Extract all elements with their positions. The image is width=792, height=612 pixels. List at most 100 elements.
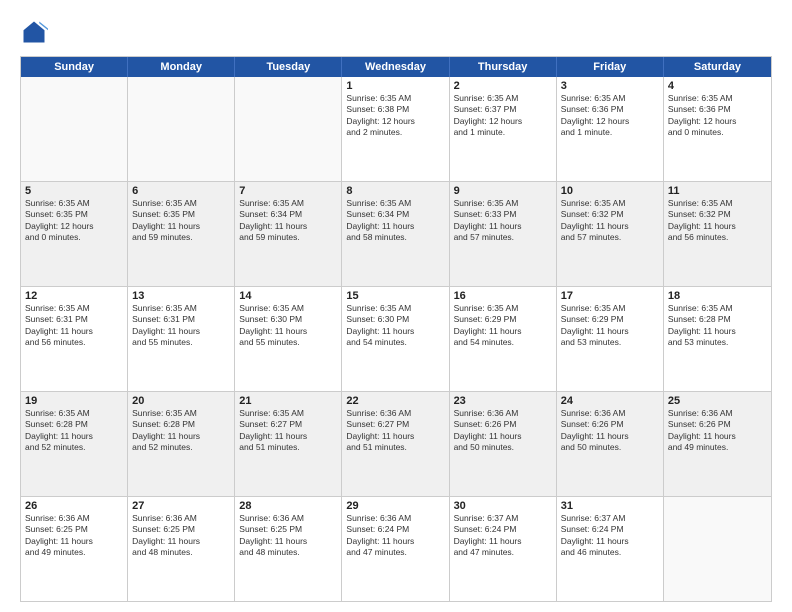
calendar-header: SundayMondayTuesdayWednesdayThursdayFrid… [21, 57, 771, 77]
cell-date-number: 1 [346, 80, 444, 92]
cell-date-number: 19 [25, 395, 123, 407]
cell-info-text: Sunrise: 6:35 AMSunset: 6:37 PMDaylight:… [454, 93, 552, 139]
calendar-cell: 20Sunrise: 6:35 AMSunset: 6:28 PMDayligh… [128, 392, 235, 496]
logo-icon [20, 18, 48, 46]
cell-info-text: Sunrise: 6:36 AMSunset: 6:26 PMDaylight:… [561, 408, 659, 454]
calendar-cell: 22Sunrise: 6:36 AMSunset: 6:27 PMDayligh… [342, 392, 449, 496]
cell-date-number: 12 [25, 290, 123, 302]
cell-info-text: Sunrise: 6:35 AMSunset: 6:29 PMDaylight:… [561, 303, 659, 349]
calendar-cell: 30Sunrise: 6:37 AMSunset: 6:24 PMDayligh… [450, 497, 557, 601]
cell-date-number: 18 [668, 290, 767, 302]
cell-date-number: 23 [454, 395, 552, 407]
page: SundayMondayTuesdayWednesdayThursdayFrid… [0, 0, 792, 612]
cal-header-day: Monday [128, 57, 235, 77]
cell-info-text: Sunrise: 6:36 AMSunset: 6:26 PMDaylight:… [668, 408, 767, 454]
cell-info-text: Sunrise: 6:36 AMSunset: 6:26 PMDaylight:… [454, 408, 552, 454]
cell-date-number: 14 [239, 290, 337, 302]
calendar-cell: 11Sunrise: 6:35 AMSunset: 6:32 PMDayligh… [664, 182, 771, 286]
calendar-cell: 1Sunrise: 6:35 AMSunset: 6:38 PMDaylight… [342, 77, 449, 181]
calendar-cell: 14Sunrise: 6:35 AMSunset: 6:30 PMDayligh… [235, 287, 342, 391]
cell-info-text: Sunrise: 6:36 AMSunset: 6:24 PMDaylight:… [346, 513, 444, 559]
calendar-cell: 23Sunrise: 6:36 AMSunset: 6:26 PMDayligh… [450, 392, 557, 496]
calendar-cell: 3Sunrise: 6:35 AMSunset: 6:36 PMDaylight… [557, 77, 664, 181]
cell-info-text: Sunrise: 6:36 AMSunset: 6:25 PMDaylight:… [132, 513, 230, 559]
calendar-cell [235, 77, 342, 181]
calendar-row: 12Sunrise: 6:35 AMSunset: 6:31 PMDayligh… [21, 287, 771, 392]
cell-date-number: 9 [454, 185, 552, 197]
calendar-row: 1Sunrise: 6:35 AMSunset: 6:38 PMDaylight… [21, 77, 771, 182]
cell-info-text: Sunrise: 6:35 AMSunset: 6:34 PMDaylight:… [239, 198, 337, 244]
cell-info-text: Sunrise: 6:35 AMSunset: 6:36 PMDaylight:… [561, 93, 659, 139]
cal-header-day: Tuesday [235, 57, 342, 77]
cell-date-number: 25 [668, 395, 767, 407]
calendar-row: 26Sunrise: 6:36 AMSunset: 6:25 PMDayligh… [21, 497, 771, 601]
cell-date-number: 6 [132, 185, 230, 197]
calendar-cell: 6Sunrise: 6:35 AMSunset: 6:35 PMDaylight… [128, 182, 235, 286]
calendar-cell: 9Sunrise: 6:35 AMSunset: 6:33 PMDaylight… [450, 182, 557, 286]
calendar-cell: 12Sunrise: 6:35 AMSunset: 6:31 PMDayligh… [21, 287, 128, 391]
calendar-cell [21, 77, 128, 181]
calendar-cell: 21Sunrise: 6:35 AMSunset: 6:27 PMDayligh… [235, 392, 342, 496]
cell-info-text: Sunrise: 6:35 AMSunset: 6:30 PMDaylight:… [346, 303, 444, 349]
calendar-cell: 27Sunrise: 6:36 AMSunset: 6:25 PMDayligh… [128, 497, 235, 601]
cell-date-number: 30 [454, 500, 552, 512]
cell-info-text: Sunrise: 6:36 AMSunset: 6:25 PMDaylight:… [25, 513, 123, 559]
calendar-cell: 7Sunrise: 6:35 AMSunset: 6:34 PMDaylight… [235, 182, 342, 286]
cell-date-number: 16 [454, 290, 552, 302]
calendar: SundayMondayTuesdayWednesdayThursdayFrid… [20, 56, 772, 602]
cal-header-day: Thursday [450, 57, 557, 77]
calendar-cell: 31Sunrise: 6:37 AMSunset: 6:24 PMDayligh… [557, 497, 664, 601]
calendar-cell: 19Sunrise: 6:35 AMSunset: 6:28 PMDayligh… [21, 392, 128, 496]
cell-date-number: 21 [239, 395, 337, 407]
calendar-cell: 26Sunrise: 6:36 AMSunset: 6:25 PMDayligh… [21, 497, 128, 601]
cell-info-text: Sunrise: 6:35 AMSunset: 6:29 PMDaylight:… [454, 303, 552, 349]
calendar-row: 5Sunrise: 6:35 AMSunset: 6:35 PMDaylight… [21, 182, 771, 287]
calendar-cell [664, 497, 771, 601]
calendar-cell: 2Sunrise: 6:35 AMSunset: 6:37 PMDaylight… [450, 77, 557, 181]
calendar-cell: 25Sunrise: 6:36 AMSunset: 6:26 PMDayligh… [664, 392, 771, 496]
cell-info-text: Sunrise: 6:35 AMSunset: 6:35 PMDaylight:… [25, 198, 123, 244]
cal-header-day: Friday [557, 57, 664, 77]
calendar-cell: 15Sunrise: 6:35 AMSunset: 6:30 PMDayligh… [342, 287, 449, 391]
cell-info-text: Sunrise: 6:35 AMSunset: 6:31 PMDaylight:… [132, 303, 230, 349]
cell-info-text: Sunrise: 6:35 AMSunset: 6:38 PMDaylight:… [346, 93, 444, 139]
cell-date-number: 26 [25, 500, 123, 512]
cell-date-number: 2 [454, 80, 552, 92]
cell-date-number: 4 [668, 80, 767, 92]
cal-header-day: Wednesday [342, 57, 449, 77]
logo [20, 18, 52, 46]
calendar-cell: 5Sunrise: 6:35 AMSunset: 6:35 PMDaylight… [21, 182, 128, 286]
calendar-cell: 16Sunrise: 6:35 AMSunset: 6:29 PMDayligh… [450, 287, 557, 391]
cell-info-text: Sunrise: 6:35 AMSunset: 6:34 PMDaylight:… [346, 198, 444, 244]
cal-header-day: Sunday [21, 57, 128, 77]
cell-date-number: 29 [346, 500, 444, 512]
cell-info-text: Sunrise: 6:35 AMSunset: 6:35 PMDaylight:… [132, 198, 230, 244]
calendar-cell: 13Sunrise: 6:35 AMSunset: 6:31 PMDayligh… [128, 287, 235, 391]
cell-date-number: 5 [25, 185, 123, 197]
calendar-cell: 8Sunrise: 6:35 AMSunset: 6:34 PMDaylight… [342, 182, 449, 286]
cell-date-number: 31 [561, 500, 659, 512]
cell-date-number: 20 [132, 395, 230, 407]
cell-info-text: Sunrise: 6:35 AMSunset: 6:32 PMDaylight:… [561, 198, 659, 244]
calendar-cell: 28Sunrise: 6:36 AMSunset: 6:25 PMDayligh… [235, 497, 342, 601]
cell-date-number: 17 [561, 290, 659, 302]
cell-date-number: 13 [132, 290, 230, 302]
cell-info-text: Sunrise: 6:35 AMSunset: 6:31 PMDaylight:… [25, 303, 123, 349]
cell-info-text: Sunrise: 6:35 AMSunset: 6:28 PMDaylight:… [132, 408, 230, 454]
calendar-cell [128, 77, 235, 181]
cell-date-number: 15 [346, 290, 444, 302]
cell-date-number: 22 [346, 395, 444, 407]
cell-date-number: 3 [561, 80, 659, 92]
calendar-cell: 24Sunrise: 6:36 AMSunset: 6:26 PMDayligh… [557, 392, 664, 496]
cell-date-number: 27 [132, 500, 230, 512]
cell-info-text: Sunrise: 6:35 AMSunset: 6:36 PMDaylight:… [668, 93, 767, 139]
cell-info-text: Sunrise: 6:37 AMSunset: 6:24 PMDaylight:… [561, 513, 659, 559]
cell-date-number: 28 [239, 500, 337, 512]
cell-date-number: 24 [561, 395, 659, 407]
header [20, 18, 772, 46]
cell-info-text: Sunrise: 6:37 AMSunset: 6:24 PMDaylight:… [454, 513, 552, 559]
calendar-cell: 17Sunrise: 6:35 AMSunset: 6:29 PMDayligh… [557, 287, 664, 391]
calendar-cell: 4Sunrise: 6:35 AMSunset: 6:36 PMDaylight… [664, 77, 771, 181]
cell-info-text: Sunrise: 6:35 AMSunset: 6:28 PMDaylight:… [668, 303, 767, 349]
cell-info-text: Sunrise: 6:35 AMSunset: 6:30 PMDaylight:… [239, 303, 337, 349]
